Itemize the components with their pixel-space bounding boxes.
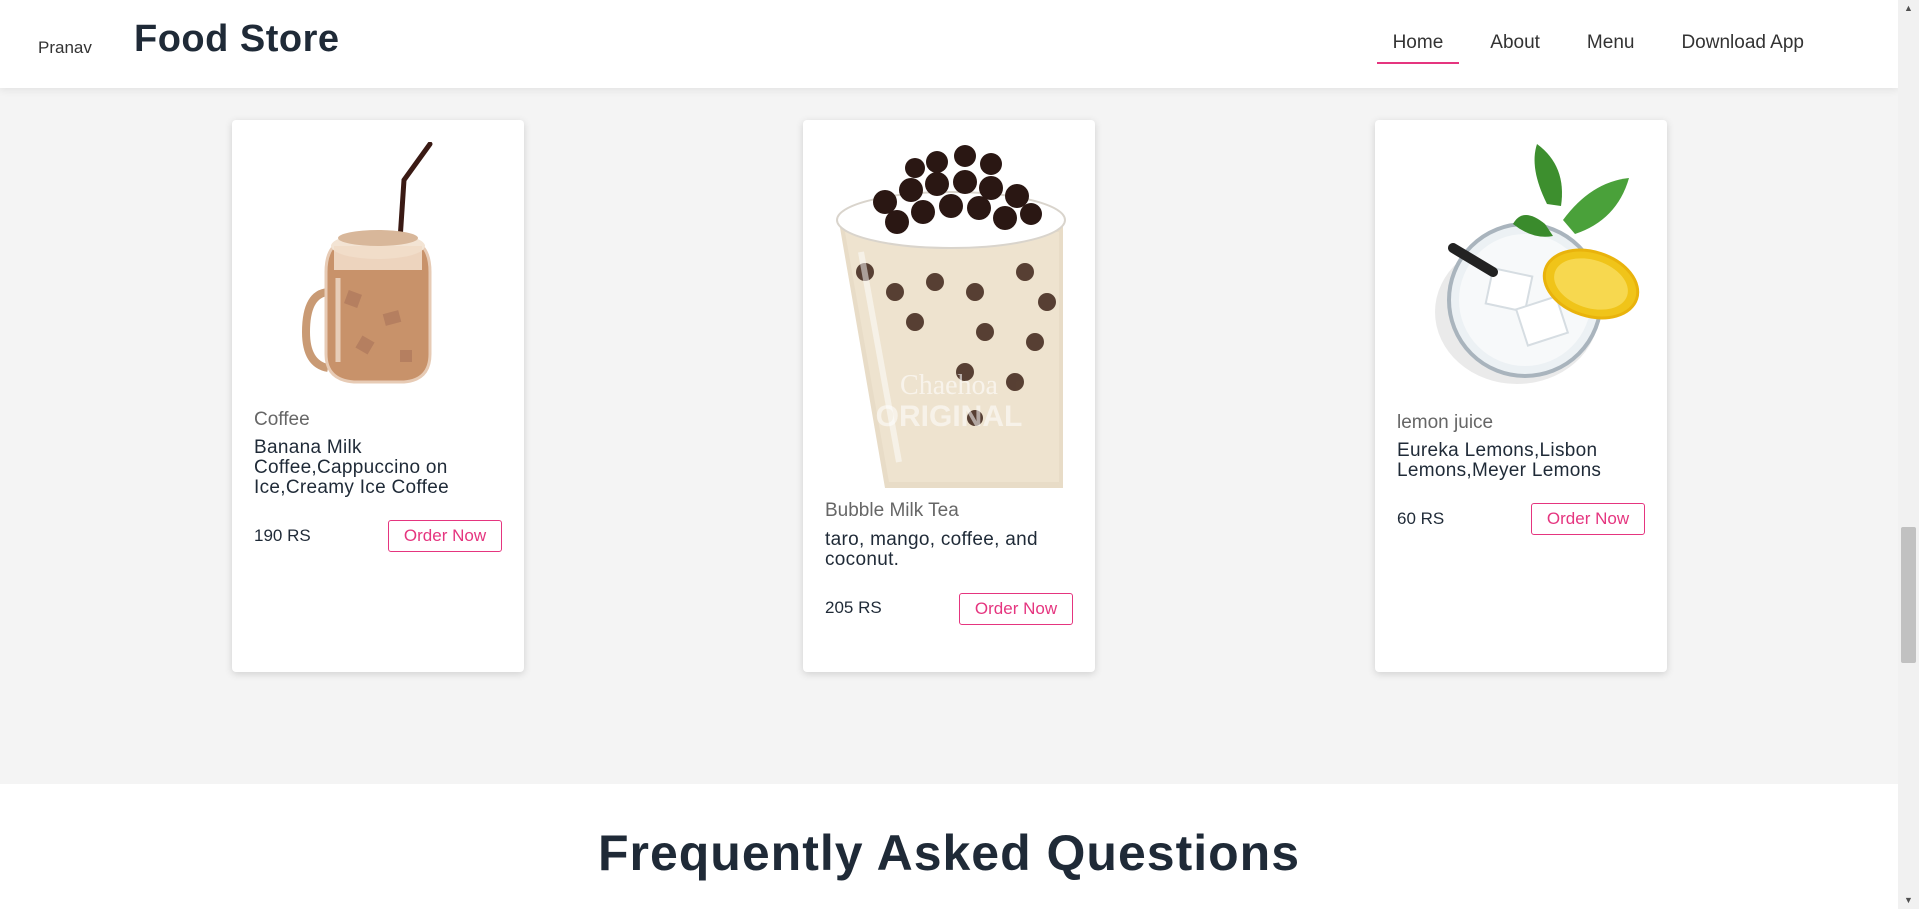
nav-about[interactable]: About (1474, 30, 1556, 64)
product-card-bubble-milk-tea: Chaehoa ORIGINAL Bubble Milk Tea taro, m… (803, 120, 1095, 672)
user-name: Pranav (38, 38, 92, 57)
bubble-tea-cup-image: Chaehoa ORIGINAL (836, 145, 1066, 488)
svg-text:ORIGINAL: ORIGINAL (876, 400, 1023, 433)
product-description: taro, mango, coffee, and coconut. (825, 529, 1038, 570)
lemon-juice-glass-image (1435, 144, 1640, 384)
product-category: lemon juice (1397, 412, 1494, 433)
faq-title: Frequently Asked Questions (597, 825, 1301, 881)
scroll-up-arrow-icon[interactable]: ▲ (1898, 0, 1919, 17)
order-now-button[interactable]: Order Now (959, 593, 1073, 625)
site-header: Pranav Food Store Home About Menu Downlo… (0, 0, 1898, 88)
product-price: 190 RS (254, 526, 311, 545)
faq-section: Frequently Asked Questions (0, 784, 1898, 909)
order-now-button[interactable]: Order Now (388, 520, 502, 552)
scrollbar-thumb[interactable] (1901, 527, 1916, 663)
main-nav: Home About Menu Download App (1362, 30, 1820, 64)
nav-menu[interactable]: Menu (1571, 30, 1651, 64)
nav-home[interactable]: Home (1376, 30, 1460, 64)
product-price: 205 RS (825, 598, 882, 617)
product-description: Banana Milk Coffee,Cappuccino on Ice,Cre… (254, 437, 449, 498)
svg-text:Chaehoa: Chaehoa (900, 370, 999, 401)
vertical-scrollbar[interactable]: ▲ ▼ (1898, 0, 1919, 909)
iced-coffee-jar-image (301, 142, 433, 384)
product-category: Bubble Milk Tea (825, 500, 959, 521)
product-category: Coffee (254, 409, 310, 430)
scroll-down-arrow-icon[interactable]: ▼ (1898, 892, 1919, 909)
product-card-coffee: Coffee Banana Milk Coffee,Cappuccino on … (232, 120, 524, 672)
site-title[interactable]: Food Store (134, 18, 340, 61)
page: Pranav Food Store Home About Menu Downlo… (0, 0, 1919, 909)
product-price: 60 RS (1397, 509, 1445, 528)
product-card-lemon-juice: lemon juice Eureka Lemons,Lisbon Lemons,… (1375, 120, 1667, 672)
nav-download-app[interactable]: Download App (1665, 30, 1820, 64)
order-now-button[interactable]: Order Now (1531, 503, 1645, 535)
product-description: Eureka Lemons,Lisbon Lemons,Meyer Lemons (1397, 440, 1602, 481)
products-section: Coffee Banana Milk Coffee,Cappuccino on … (0, 88, 1898, 784)
